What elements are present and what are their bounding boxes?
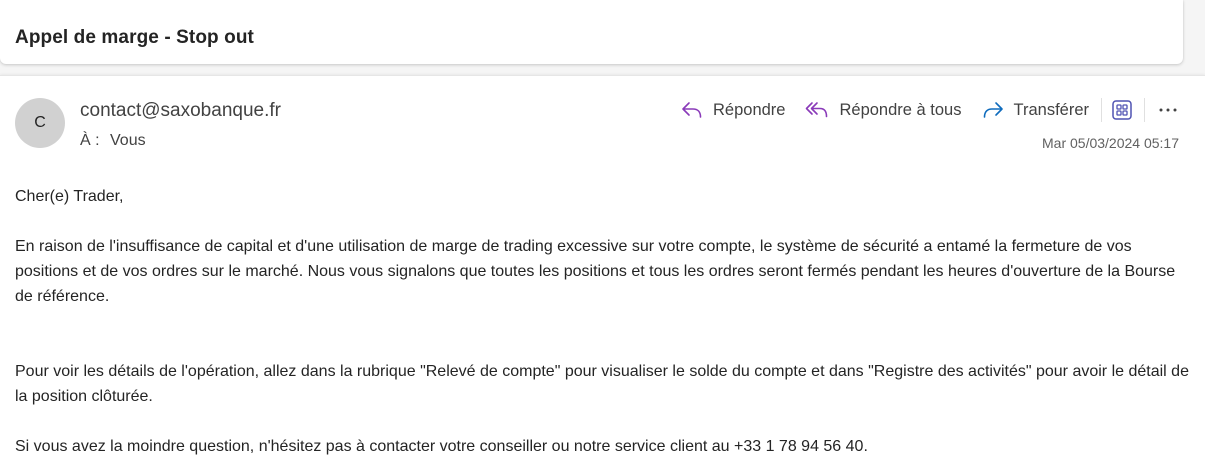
- forward-icon: [983, 102, 1003, 118]
- apps-grid-icon: [1112, 100, 1132, 120]
- toolbar-divider: [1101, 98, 1102, 122]
- more-horizontal-icon: [1159, 108, 1177, 112]
- reply-icon: [682, 102, 702, 118]
- reply-all-label: Répondre à tous: [839, 100, 962, 119]
- body-paragraph-2: Pour voir les détails de l'opération, al…: [15, 363, 1189, 405]
- body-paragraph-3: Si vous avez la moindre question, n'hési…: [15, 438, 868, 455]
- more-options-button[interactable]: [1153, 96, 1183, 124]
- to-label: À :: [80, 132, 100, 149]
- recipient-line: À : Vous: [80, 132, 146, 150]
- sender-avatar[interactable]: C: [15, 98, 65, 148]
- reply-all-button[interactable]: Répondre à tous: [801, 100, 965, 120]
- reply-button[interactable]: Répondre: [677, 100, 789, 120]
- body-paragraph-1: En raison de l'insuffisance de capital e…: [15, 238, 1176, 305]
- email-subject: Appel de marge - Stop out: [15, 27, 254, 48]
- recipient-value[interactable]: Vous: [110, 132, 146, 149]
- toolbar-divider: [1144, 98, 1145, 122]
- reply-all-icon: [806, 102, 828, 118]
- message-body: Cher(e) Trader, En raison de l'insuffisa…: [15, 184, 1195, 459]
- sender-email[interactable]: contact@saxobanque.fr: [80, 100, 281, 122]
- apps-button[interactable]: [1108, 96, 1136, 124]
- avatar-initial: C: [34, 114, 46, 131]
- subject-header: Appel de marge - Stop out: [0, 0, 1183, 64]
- forward-button[interactable]: Transférer: [978, 100, 1094, 120]
- forward-label: Transférer: [1013, 100, 1090, 119]
- reply-label: Répondre: [713, 100, 786, 119]
- message-date: Mar 05/03/2024 05:17: [1042, 135, 1179, 151]
- body-greeting: Cher(e) Trader,: [15, 188, 124, 205]
- message-pane: C contact@saxobanque.fr À : Vous Répondr…: [0, 75, 1205, 476]
- message-actions: Répondre Répondre à tous Transférer: [677, 96, 1183, 124]
